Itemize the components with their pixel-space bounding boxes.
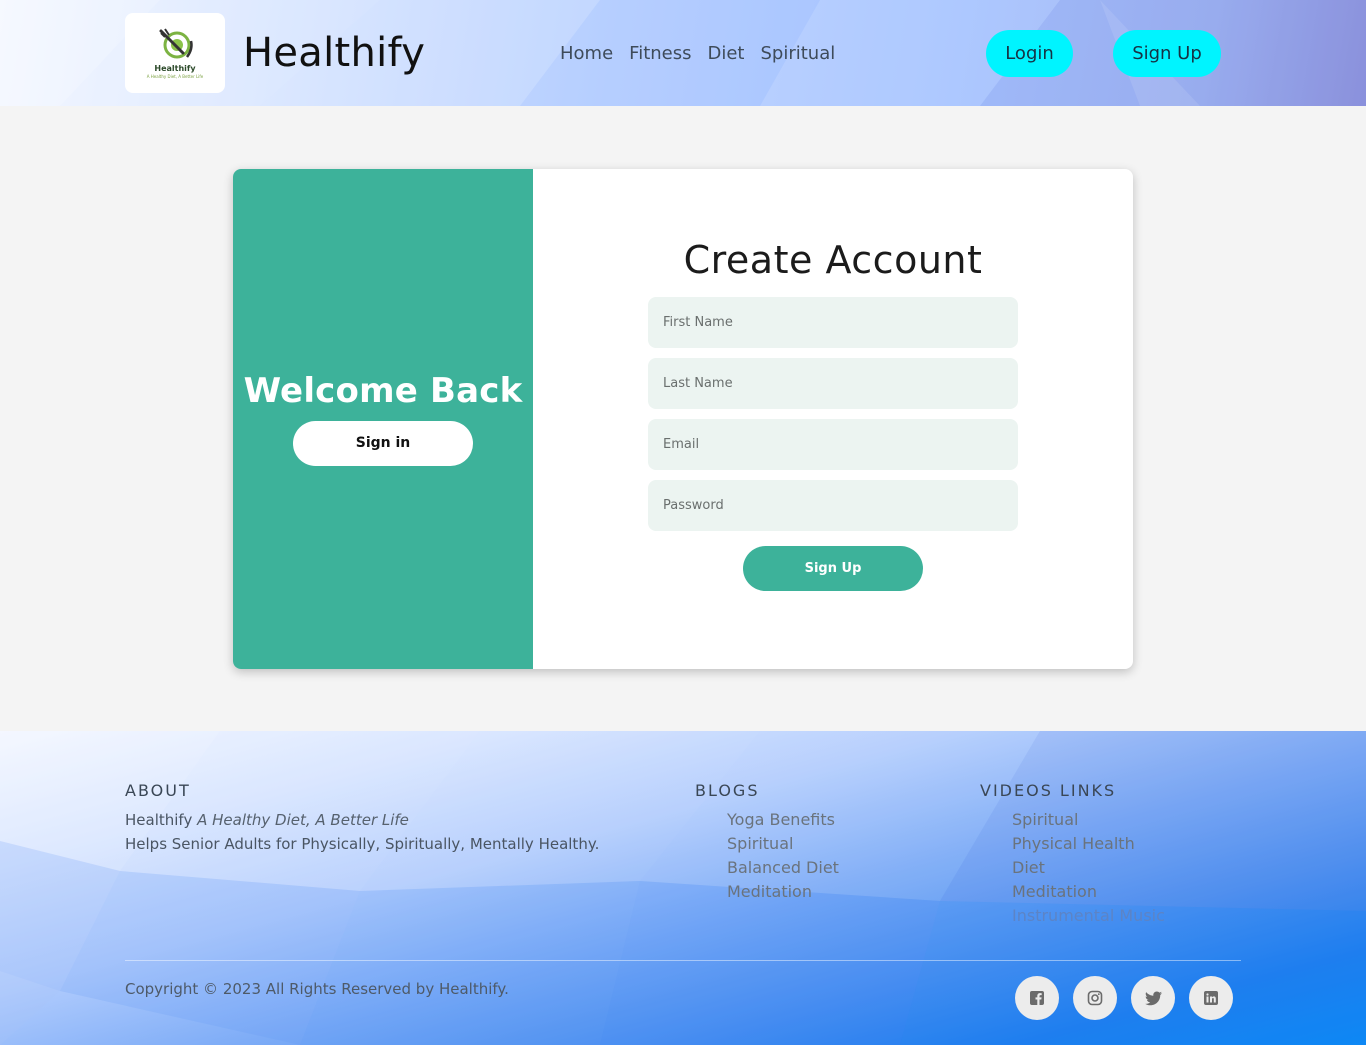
footer-video-link-physical-health[interactable]: Physical Health [1012,832,1165,856]
nav-link-diet[interactable]: Diet [708,42,745,66]
email-field[interactable] [648,419,1018,470]
site-footer: ABOUT Healthify A Healthy Diet, A Better… [0,731,1366,1045]
footer-video-link-diet[interactable]: Diet [1012,856,1165,880]
footer-about-brand: Healthify [125,811,193,829]
logo-leaf-icon [159,28,193,59]
sign-in-button[interactable]: Sign in [293,421,473,466]
last-name-field[interactable] [648,358,1018,409]
create-account-heading: Create Account [683,238,983,282]
linkedin-link[interactable] [1189,976,1233,1020]
footer-about-brand-line: Healthify A Healthy Diet, A Better Life [125,809,409,831]
twitter-icon [1144,990,1162,1005]
footer-video-link-meditation[interactable]: Meditation [1012,880,1165,904]
linkedin-icon [1204,991,1218,1005]
twitter-link[interactable] [1131,976,1175,1020]
footer-blog-link-spiritual[interactable]: Spiritual [727,832,839,856]
footer-blog-link-yoga-benefits[interactable]: Yoga Benefits [727,808,839,832]
copyright-text: Copyright © 2023 All Rights Reserved by … [125,980,509,998]
main-nav: Home Fitness Diet Spiritual [560,42,851,66]
nav-link-home[interactable]: Home [560,42,613,66]
welcome-heading: Welcome Back [243,371,523,411]
footer-video-link-instrumental-music[interactable]: Instrumental Music [1012,904,1165,928]
logo[interactable]: Healthify A Healthy Diet, A Better Life [125,13,225,93]
logo-wordmark: Healthify [154,64,196,73]
nav-link-spiritual[interactable]: Spiritual [761,42,836,66]
footer-videos-list: Spiritual Physical Health Diet Meditatio… [1012,808,1165,928]
footer-about-description: Helps Senior Adults for Physically, Spir… [125,835,600,853]
footer-videos-heading: VIDEOS LINKS [980,781,1117,800]
footer-about-heading: ABOUT [125,781,191,800]
footer-blog-link-balanced-diet[interactable]: Balanced Diet [727,856,839,880]
footer-about-tagline: A Healthy Diet, A Better Life [197,811,409,829]
instagram-icon [1087,990,1103,1006]
nav-link-fitness[interactable]: Fitness [629,42,691,66]
footer-divider [125,960,1241,961]
login-button[interactable]: Login [986,30,1073,77]
first-name-field[interactable] [648,297,1018,348]
instagram-link[interactable] [1073,976,1117,1020]
welcome-panel: Welcome Back Sign in [233,169,533,669]
logo-tagline: A Healthy Diet, A Better Life [146,74,204,79]
auth-card: Welcome Back Sign in Create Account Sign… [233,169,1133,669]
site-header: Healthify A Healthy Diet, A Better Life … [0,0,1366,106]
footer-blogs-heading: BLOGS [695,781,760,800]
footer-blog-link-meditation[interactable]: Meditation [727,880,839,904]
brand-title[interactable]: Healthify [243,28,425,78]
sign-up-submit-button[interactable]: Sign Up [743,546,923,591]
footer-blogs-list: Yoga Benefits Spiritual Balanced Diet Me… [727,808,839,904]
footer-video-link-spiritual[interactable]: Spiritual [1012,808,1165,832]
header-signup-button[interactable]: Sign Up [1113,30,1221,77]
facebook-link[interactable] [1015,976,1059,1020]
password-field[interactable] [648,480,1018,531]
facebook-icon [1030,991,1044,1005]
